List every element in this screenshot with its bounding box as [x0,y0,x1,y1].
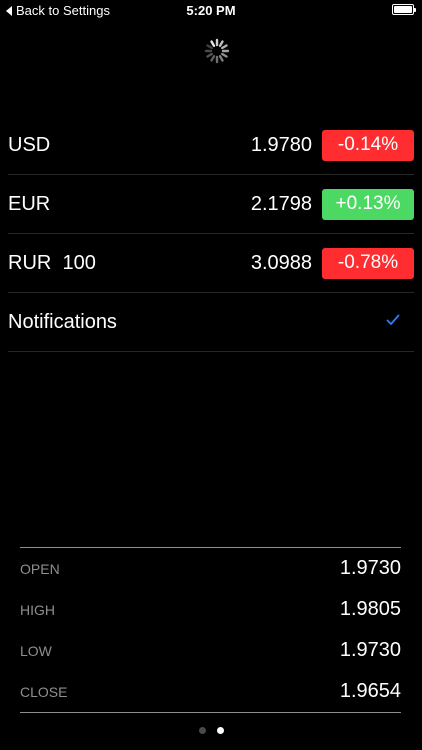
rate-row-usd[interactable]: USD 1.9780 -0.14% [8,116,414,175]
currency-code: EUR [8,192,51,215]
status-time: 5:20 PM [186,3,236,18]
ohlc-label: LOW [20,642,52,659]
change-badge[interactable]: +0.13% [322,188,414,220]
ohlc-row-low: LOW 1.9730 [20,630,401,671]
rate-row-eur[interactable]: EUR 2.1798 +0.13% [8,175,414,234]
loading-spinner-icon [204,38,230,64]
page-dot-active[interactable] [216,727,224,734]
ohlc-label: OPEN [20,560,60,577]
change-badge[interactable]: -0.14% [322,129,414,161]
currency-code: RUR 100 [8,251,96,274]
ohlc-row-open: OPEN 1.9730 [20,548,401,589]
battery-icon [392,4,416,15]
divider [20,712,401,713]
ohlc-value: 1.9730 [339,557,401,579]
rate-list: USD 1.9780 -0.14% EUR 2.1798 +0.13% RUR … [8,116,414,352]
currency-code: USD [8,133,51,156]
page-dot[interactable] [198,727,206,734]
page-indicator[interactable] [0,727,422,734]
status-bar: Back to Settings 5:20 PM [0,0,422,22]
ohlc-label: CLOSE [20,683,68,700]
ohlc-value: 1.9805 [339,598,401,620]
ohlc-panel: OPEN 1.9730 HIGH 1.9805 LOW 1.9730 CLOSE… [20,547,401,713]
notifications-toggle-row[interactable]: Notifications [8,293,414,352]
ohlc-label: HIGH [20,601,55,618]
ohlc-value: 1.9654 [339,680,401,702]
ohlc-value: 1.9730 [339,639,401,661]
notifications-label: Notifications [8,310,117,333]
ohlc-row-close: CLOSE 1.9654 [20,671,401,712]
change-badge[interactable]: -0.78% [322,247,414,279]
rate-value: 3.0988 [250,251,312,274]
rate-value: 1.9780 [250,133,312,156]
rate-value: 2.1798 [250,192,312,215]
ohlc-row-high: HIGH 1.9805 [20,589,401,630]
checkmark-icon [386,314,400,325]
rate-row-rur[interactable]: RUR 100 3.0988 -0.78% [8,234,414,293]
